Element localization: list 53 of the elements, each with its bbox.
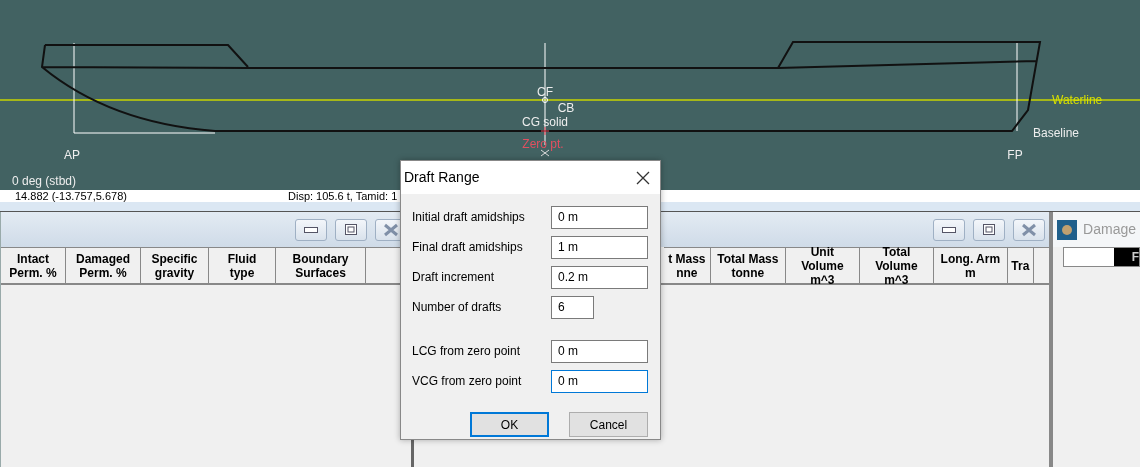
close-button[interactable] bbox=[636, 170, 650, 185]
center-flotation-icon bbox=[542, 97, 548, 103]
column-header[interactable]: Intact Perm. % bbox=[1, 247, 66, 283]
field-label: Final draft amidships bbox=[412, 239, 524, 256]
zero-point-label: Zero pt. bbox=[522, 137, 564, 151]
point-label: CF bbox=[537, 85, 553, 99]
input-field[interactable]: 0 m bbox=[551, 205, 648, 229]
column-header[interactable]: Total Mass tonne bbox=[710, 247, 786, 283]
panel-title: Damage bbox=[1083, 220, 1136, 239]
cursor-position: 14.882 (-13.757,5.678) bbox=[14, 190, 128, 202]
minimize-icon bbox=[303, 226, 318, 233]
close-icon bbox=[382, 222, 399, 237]
damage-icon bbox=[1057, 219, 1078, 240]
field-label: Number of drafts bbox=[412, 299, 503, 316]
minimize-button[interactable] bbox=[294, 218, 327, 241]
column-header[interactable]: Damaged Perm. % bbox=[66, 247, 141, 283]
column-header[interactable]: Long. Arm m bbox=[933, 247, 1008, 283]
maximize-button[interactable] bbox=[334, 218, 367, 241]
close-icon bbox=[1021, 222, 1038, 237]
input-field[interactable]: 0.2 m bbox=[551, 265, 648, 289]
input-field[interactable]: 1 m bbox=[551, 235, 648, 259]
field-label: Draft increment bbox=[412, 269, 496, 286]
maximize-icon bbox=[983, 224, 996, 235]
column-header[interactable]: Total Volume m^3 bbox=[859, 247, 934, 283]
maximize-icon bbox=[344, 224, 357, 235]
field-label: Initial draft amidships bbox=[412, 209, 526, 226]
heel-label: 0 deg (stbd) bbox=[12, 174, 77, 188]
point-label: CG solid bbox=[522, 115, 568, 129]
minimize-icon bbox=[942, 226, 957, 233]
cancel-button[interactable]: Cancel bbox=[569, 412, 648, 437]
column-header[interactable]: Fluid type bbox=[209, 247, 276, 283]
station-label: AP bbox=[64, 148, 80, 162]
field-label: VCG from zero point bbox=[412, 373, 523, 390]
dialog-title: Draft Range bbox=[404, 168, 480, 187]
field-label: LCG from zero point bbox=[412, 343, 522, 360]
displacement-readout: Disp: 105.6 t, Tamid: 1 bbox=[288, 190, 398, 202]
cross-icon bbox=[540, 149, 550, 157]
point-label: Baseline bbox=[1033, 126, 1080, 140]
point-label: CB bbox=[557, 101, 575, 115]
input-field[interactable]: 0 m bbox=[551, 339, 648, 363]
column-header[interactable]: Specific gravity bbox=[141, 247, 209, 283]
column-header[interactable]: Unit Volume m^3 bbox=[785, 247, 860, 283]
column-header[interactable]: t Mass nne bbox=[663, 247, 711, 283]
minimize-button[interactable] bbox=[933, 218, 966, 241]
station-label: FP bbox=[1007, 148, 1023, 162]
input-field[interactable]: 0 m bbox=[551, 369, 648, 393]
maximize-button[interactable] bbox=[973, 218, 1006, 241]
input-field[interactable]: 6 bbox=[551, 295, 594, 319]
column-header[interactable]: Tra bbox=[1007, 247, 1034, 283]
zero-point-icon bbox=[540, 126, 550, 136]
ok-button[interactable]: OK bbox=[470, 412, 549, 437]
column-header[interactable]: Boundary Surfaces bbox=[276, 247, 366, 283]
column-header[interactable]: F bbox=[1114, 248, 1139, 266]
